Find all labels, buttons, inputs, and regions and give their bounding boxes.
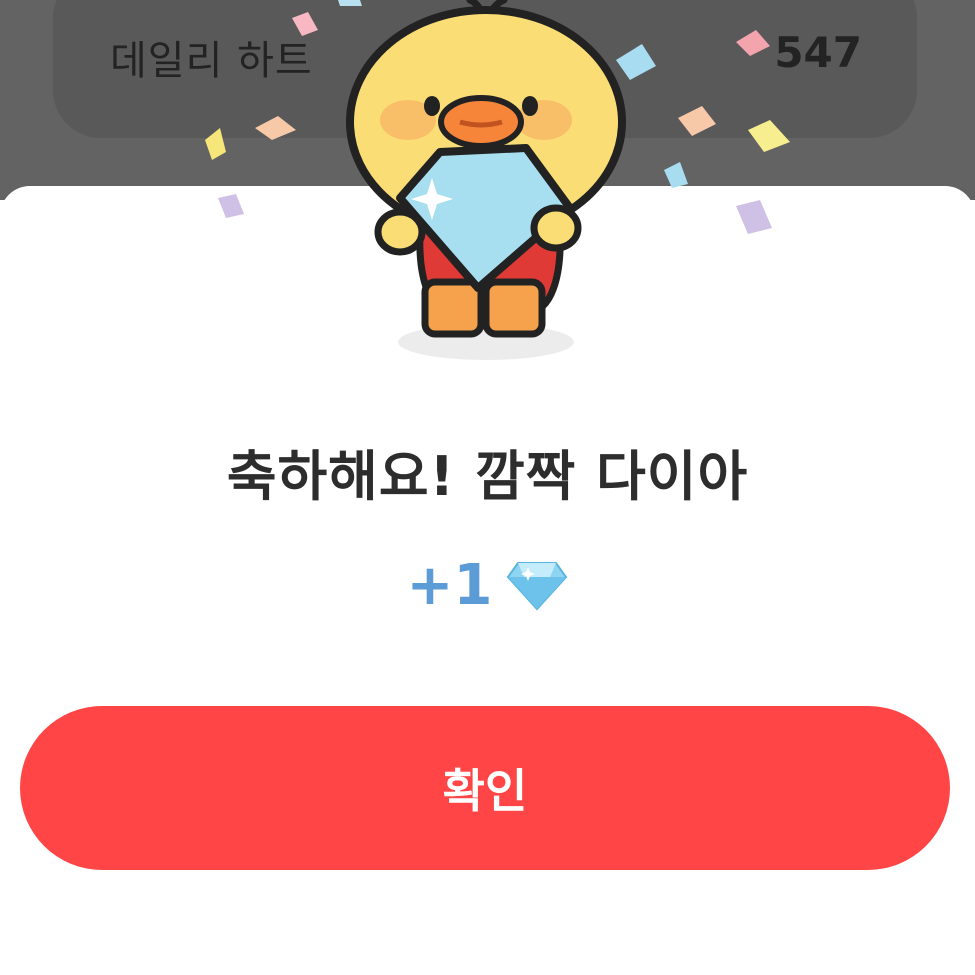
duck-holding-diamond-icon	[346, 0, 626, 360]
daily-heart-count: 547	[774, 28, 862, 77]
reward-row: +1	[0, 550, 975, 620]
confirm-button[interactable]: 확인	[20, 706, 950, 870]
dialog-title: 축하해요! 깜짝 다이아	[226, 445, 749, 508]
reward-amount: +1	[406, 552, 493, 618]
diamond-icon	[507, 562, 568, 611]
daily-heart-label: 데일리 하트	[110, 38, 313, 84]
